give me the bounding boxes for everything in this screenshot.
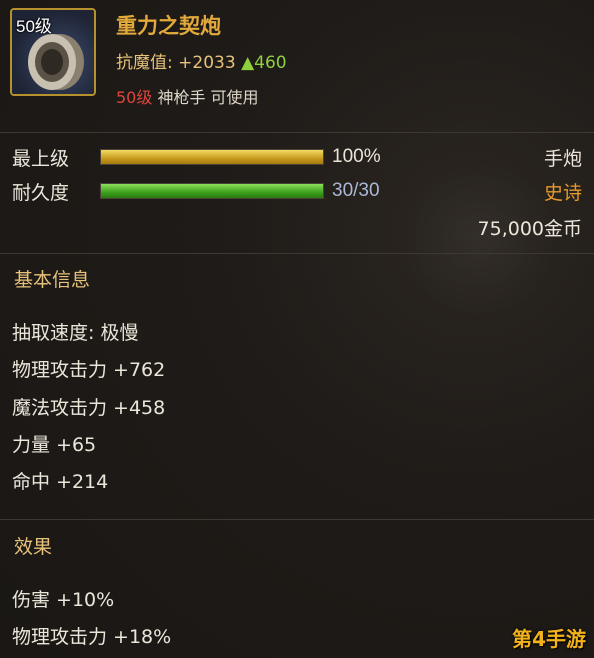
attribute-row: 魔法攻击力 +458 xyxy=(12,397,166,419)
effect-row: 伤害 +10% xyxy=(12,589,115,611)
attribute-row: 命中 +214 xyxy=(12,471,109,493)
item-tooltip-panel: 50级 重力之契炮 抗魔值: +2033 ▲460 50级 神枪手 可使用 最上… xyxy=(0,0,594,658)
divider xyxy=(0,519,594,520)
divider xyxy=(0,253,594,254)
required-level: 50级 xyxy=(116,88,153,107)
hand-cannon-icon xyxy=(28,34,84,90)
price: 75,000金币 xyxy=(477,218,582,240)
durability-bar xyxy=(100,183,324,199)
grade-label: 最上级 xyxy=(12,148,70,170)
attribute-row: 抽取速度: 极慢 xyxy=(12,322,139,344)
anti-magic-stat: 抗魔值: +2033 ▲460 xyxy=(116,48,287,73)
grade-bar xyxy=(100,149,324,165)
required-class: 神枪手 可使用 xyxy=(157,88,259,107)
durability-bar-fill xyxy=(101,184,323,198)
stat-delta: ▲460 xyxy=(241,53,287,73)
grade-bar-fill xyxy=(101,150,323,164)
watermark-logo: 第4手游 xyxy=(512,627,586,651)
divider xyxy=(0,132,594,133)
durability-label: 耐久度 xyxy=(12,182,70,204)
attribute-row: 物理攻击力 +762 xyxy=(12,359,166,381)
stat-value: +2033 xyxy=(178,53,236,73)
weapon-type: 手炮 xyxy=(543,148,582,170)
grade-value: 100% xyxy=(332,146,381,167)
attribute-row: 力量 +65 xyxy=(12,434,97,456)
effect-row: 物理攻击力 +18% xyxy=(12,626,172,648)
stat-label: 抗魔值: xyxy=(116,53,173,73)
durability-value: 30/30 xyxy=(332,180,380,201)
item-level-badge: 50级 xyxy=(16,17,52,36)
item-name: 重力之契炮 xyxy=(116,14,221,38)
requirement-line: 50级 神枪手 可使用 xyxy=(116,84,259,108)
effects-title: 效果 xyxy=(14,536,53,558)
basic-info-title: 基本信息 xyxy=(14,269,91,291)
rarity: 史诗 xyxy=(543,182,582,204)
item-icon[interactable]: 50级 xyxy=(10,8,96,96)
